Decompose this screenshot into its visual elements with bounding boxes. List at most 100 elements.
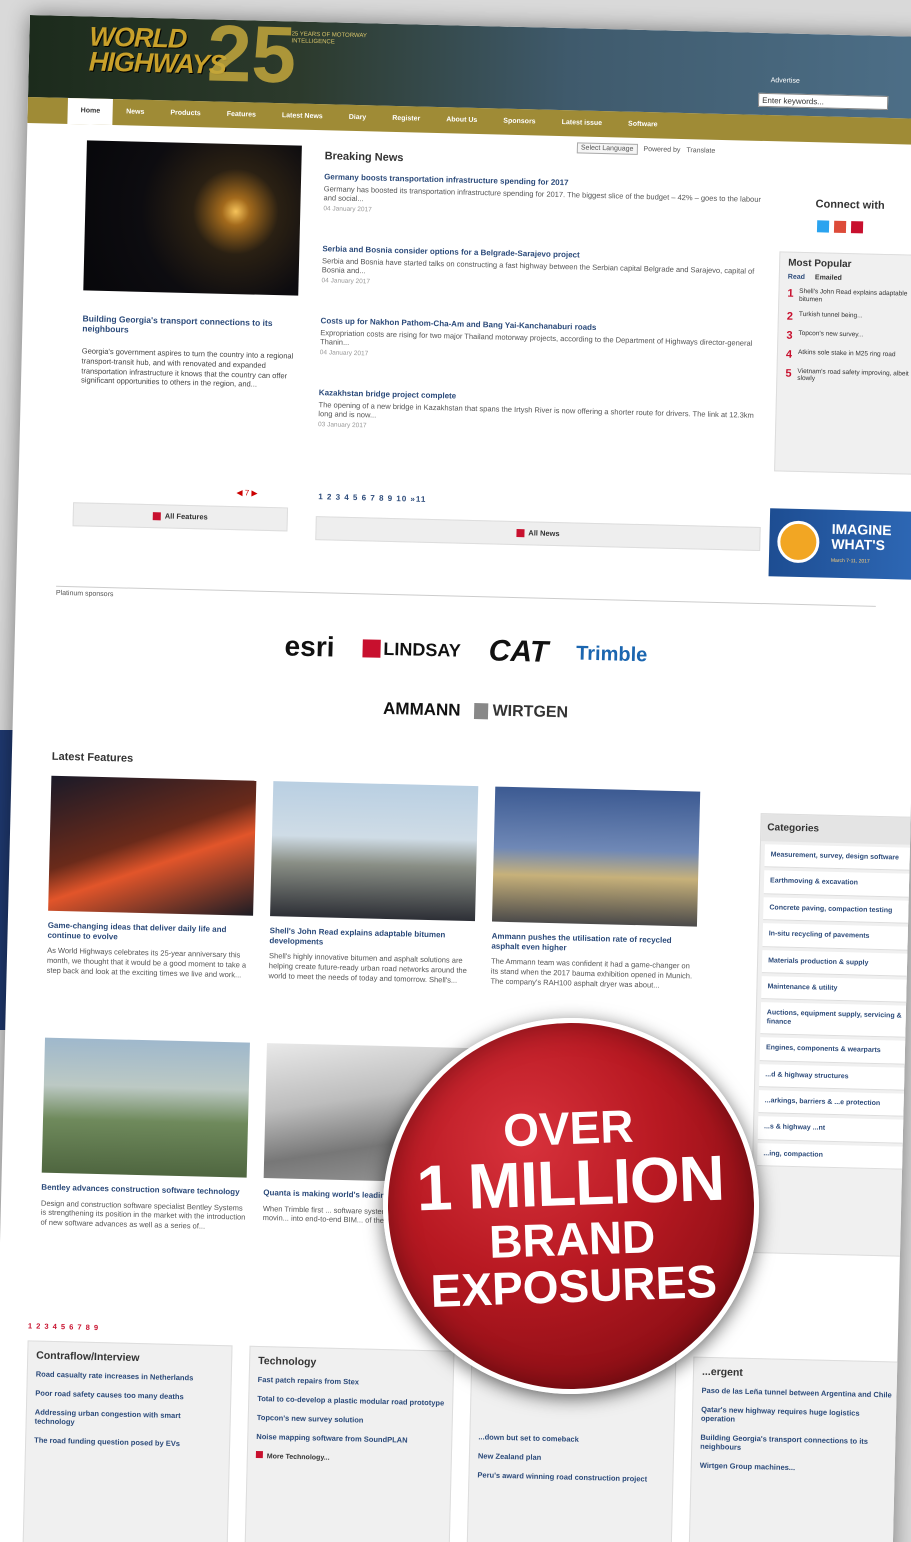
feature-card-image[interactable] — [491, 786, 701, 927]
news-item[interactable]: Kazakhstan bridge project complete The o… — [318, 388, 769, 439]
tab-read[interactable]: Read — [788, 274, 805, 281]
feature-card[interactable]: Ammann pushes the utilisation rate of re… — [490, 786, 701, 991]
wirtgen-logo[interactable]: WIRTGEN — [474, 702, 568, 721]
rank-number: 2 — [786, 310, 794, 323]
advertise-link[interactable]: Advertise — [771, 77, 800, 85]
all-news-button[interactable]: All News — [315, 516, 761, 551]
popular-link[interactable]: Topcon's new survey... — [798, 329, 863, 338]
feature-card-image[interactable] — [41, 1037, 250, 1178]
nav-latest-news[interactable]: Latest News — [269, 103, 336, 131]
popular-item[interactable]: 2 Turkish tunnel being... — [779, 303, 911, 326]
features-pager[interactable]: 1 2 3 4 5 6 7 8 9 — [28, 1321, 99, 1332]
most-popular-panel: Most Popular Read Emailed 1 Shell's John R… — [774, 251, 911, 476]
all-features-button[interactable]: All Features — [72, 502, 289, 532]
category-link[interactable]: ...s & highway ...nt — [757, 1116, 911, 1144]
category-link[interactable]: ...arkings, barriers & ...e protection — [758, 1090, 911, 1118]
sponsor-logos-row-2: AMMANN WIRTGEN — [383, 699, 568, 722]
feature-card[interactable]: Shell's John Read explains adaptable bit… — [268, 781, 479, 985]
category-link[interactable]: In-situ recycling of pavements — [762, 923, 911, 951]
feature-card-title[interactable]: Shell's John Read explains adaptable bit… — [269, 926, 474, 950]
trimble-logo[interactable]: Trimble — [576, 643, 648, 667]
nav-software[interactable]: Software — [615, 111, 671, 138]
badge-line-4: EXPOSURES — [429, 1255, 718, 1318]
feature-card[interactable]: Bentley advances construction software t… — [40, 1037, 250, 1233]
feature-card-title[interactable]: Game-changing ideas that deliver daily l… — [47, 921, 252, 945]
more-technology-label: More Technology... — [266, 1453, 330, 1462]
cat-logo[interactable]: CAT — [488, 634, 548, 668]
site-logo[interactable]: WORLD HIGHWAYS — [89, 21, 227, 79]
nav-features[interactable]: Features — [213, 102, 269, 129]
sponsor-logos-row-1: esri LINDSAY CAT Trimble — [284, 630, 785, 673]
connect-heading: Connect with — [815, 198, 885, 212]
translate-link[interactable]: Translate — [686, 147, 715, 155]
popular-item[interactable]: 3 Topcon's new survey... — [778, 322, 911, 345]
lindsay-logo[interactable]: LINDSAY — [362, 639, 461, 661]
category-link[interactable]: Maintenance & utility — [761, 976, 911, 1004]
all-features-label: All Features — [164, 511, 208, 522]
arrow-icon — [152, 512, 161, 521]
search-input[interactable]: Enter keywords... — [757, 92, 889, 110]
popular-link[interactable]: Vietnam's road safety improving, albeit … — [797, 367, 911, 386]
tab-emailed[interactable]: Emailed — [815, 274, 842, 282]
rank-number: 1 — [787, 287, 794, 300]
emergent-column: ...ergent Paso de las Leña tunnel betwee… — [687, 1356, 904, 1542]
feature-card-title[interactable]: Ammann pushes the utilisation rate of re… — [491, 932, 696, 956]
rank-number: 5 — [785, 367, 792, 380]
nav-diary[interactable]: Diary — [335, 105, 379, 132]
arrow-icon — [516, 529, 525, 538]
nav-about[interactable]: About Us — [433, 107, 491, 134]
arrow-icon — [255, 1450, 263, 1459]
esri-logo[interactable]: esri — [284, 630, 335, 662]
latest-features-heading: Latest Features — [51, 750, 134, 765]
all-news-label: All News — [528, 528, 560, 539]
column-link[interactable]: Peru's award winning road construction p… — [469, 1470, 672, 1494]
rank-number: 4 — [785, 348, 793, 361]
ammann-logo[interactable]: AMMANN — [383, 699, 461, 720]
nav-latest-issue[interactable]: Latest issue — [548, 110, 615, 138]
category-link[interactable]: Auctions, equipment supply, servicing & … — [760, 1002, 911, 1039]
column-link[interactable]: The road funding question posed by EVs — [26, 1435, 229, 1459]
nav-news[interactable]: News — [113, 99, 158, 126]
news-item[interactable]: Germany boosts transportation infrastruc… — [323, 172, 774, 223]
category-link[interactable]: ...ing, compaction — [757, 1142, 911, 1171]
nav-home[interactable]: Home — [67, 97, 114, 126]
feature-card-image[interactable] — [270, 781, 479, 922]
news-item[interactable]: Costs up for Nakhon Pathom-Cha-Am and Ba… — [320, 316, 771, 367]
feature-card-image[interactable] — [48, 775, 257, 916]
sponsors-label: Platinum sponsors — [55, 585, 876, 617]
category-link[interactable]: ...d & highway structures — [759, 1063, 911, 1091]
feature-image[interactable] — [83, 140, 302, 296]
youtube-icon[interactable] — [850, 221, 864, 234]
nav-products[interactable]: Products — [157, 100, 214, 127]
popular-item[interactable]: 1 Shell's John Read explains adaptable bi… — [779, 280, 911, 306]
news-item[interactable]: Serbia and Bosnia consider options for a… — [322, 244, 773, 295]
category-link[interactable]: Concrete paving, compaction testing — [763, 896, 911, 925]
advert-dates: March 7-11, 2017 — [830, 557, 870, 565]
feature-title[interactable]: Building Georgia's transport connections… — [82, 313, 297, 339]
popular-item[interactable]: 5 Vietnam's road safety improving, albeit… — [777, 360, 911, 386]
category-link[interactable]: Measurement, survey, design software — [764, 844, 911, 872]
advert-banner[interactable]: IMAGINE WHAT'S March 7-11, 2017 — [768, 508, 911, 581]
twitter-icon[interactable] — [816, 220, 830, 233]
feature-pager[interactable]: ◀ 7 ▶ — [236, 488, 257, 498]
nav-sponsors[interactable]: Sponsors — [490, 108, 549, 135]
news-pager[interactable]: 1 2 3 4 5 6 7 8 9 10 »11 — [318, 492, 426, 504]
popular-link[interactable]: Turkish tunnel being... — [799, 310, 863, 319]
event-logo-icon — [776, 520, 820, 564]
category-link[interactable]: Earthmoving & excavation — [763, 870, 911, 898]
category-link[interactable]: Engines, components & wearparts — [759, 1037, 911, 1065]
column-link[interactable]: Wirtgen Group machines... — [691, 1461, 899, 1485]
popular-item[interactable]: 4 Atkins sole stake in M25 ring road — [778, 341, 911, 364]
language-selector: Select Language Powered by Translate — [576, 142, 716, 156]
popular-link[interactable]: Shell's John Read explains adaptable bit… — [799, 288, 911, 307]
nav-register[interactable]: Register — [379, 106, 434, 133]
feature-card-text: The Ammann team was confident it had a g… — [490, 956, 693, 990]
categories-panel: Categories Measurement, survey, design s… — [749, 813, 911, 1258]
google-plus-icon[interactable] — [833, 220, 847, 233]
feature-card[interactable]: Game-changing ideas that deliver daily l… — [47, 775, 257, 980]
language-select[interactable]: Select Language — [576, 142, 638, 155]
feature-card-title[interactable]: Bentley advances construction software t… — [41, 1183, 246, 1198]
category-link[interactable]: Materials production & supply — [761, 949, 911, 978]
popular-link[interactable]: Atkins sole stake in M25 ring road — [798, 348, 896, 358]
categories-heading: Categories — [761, 814, 911, 846]
